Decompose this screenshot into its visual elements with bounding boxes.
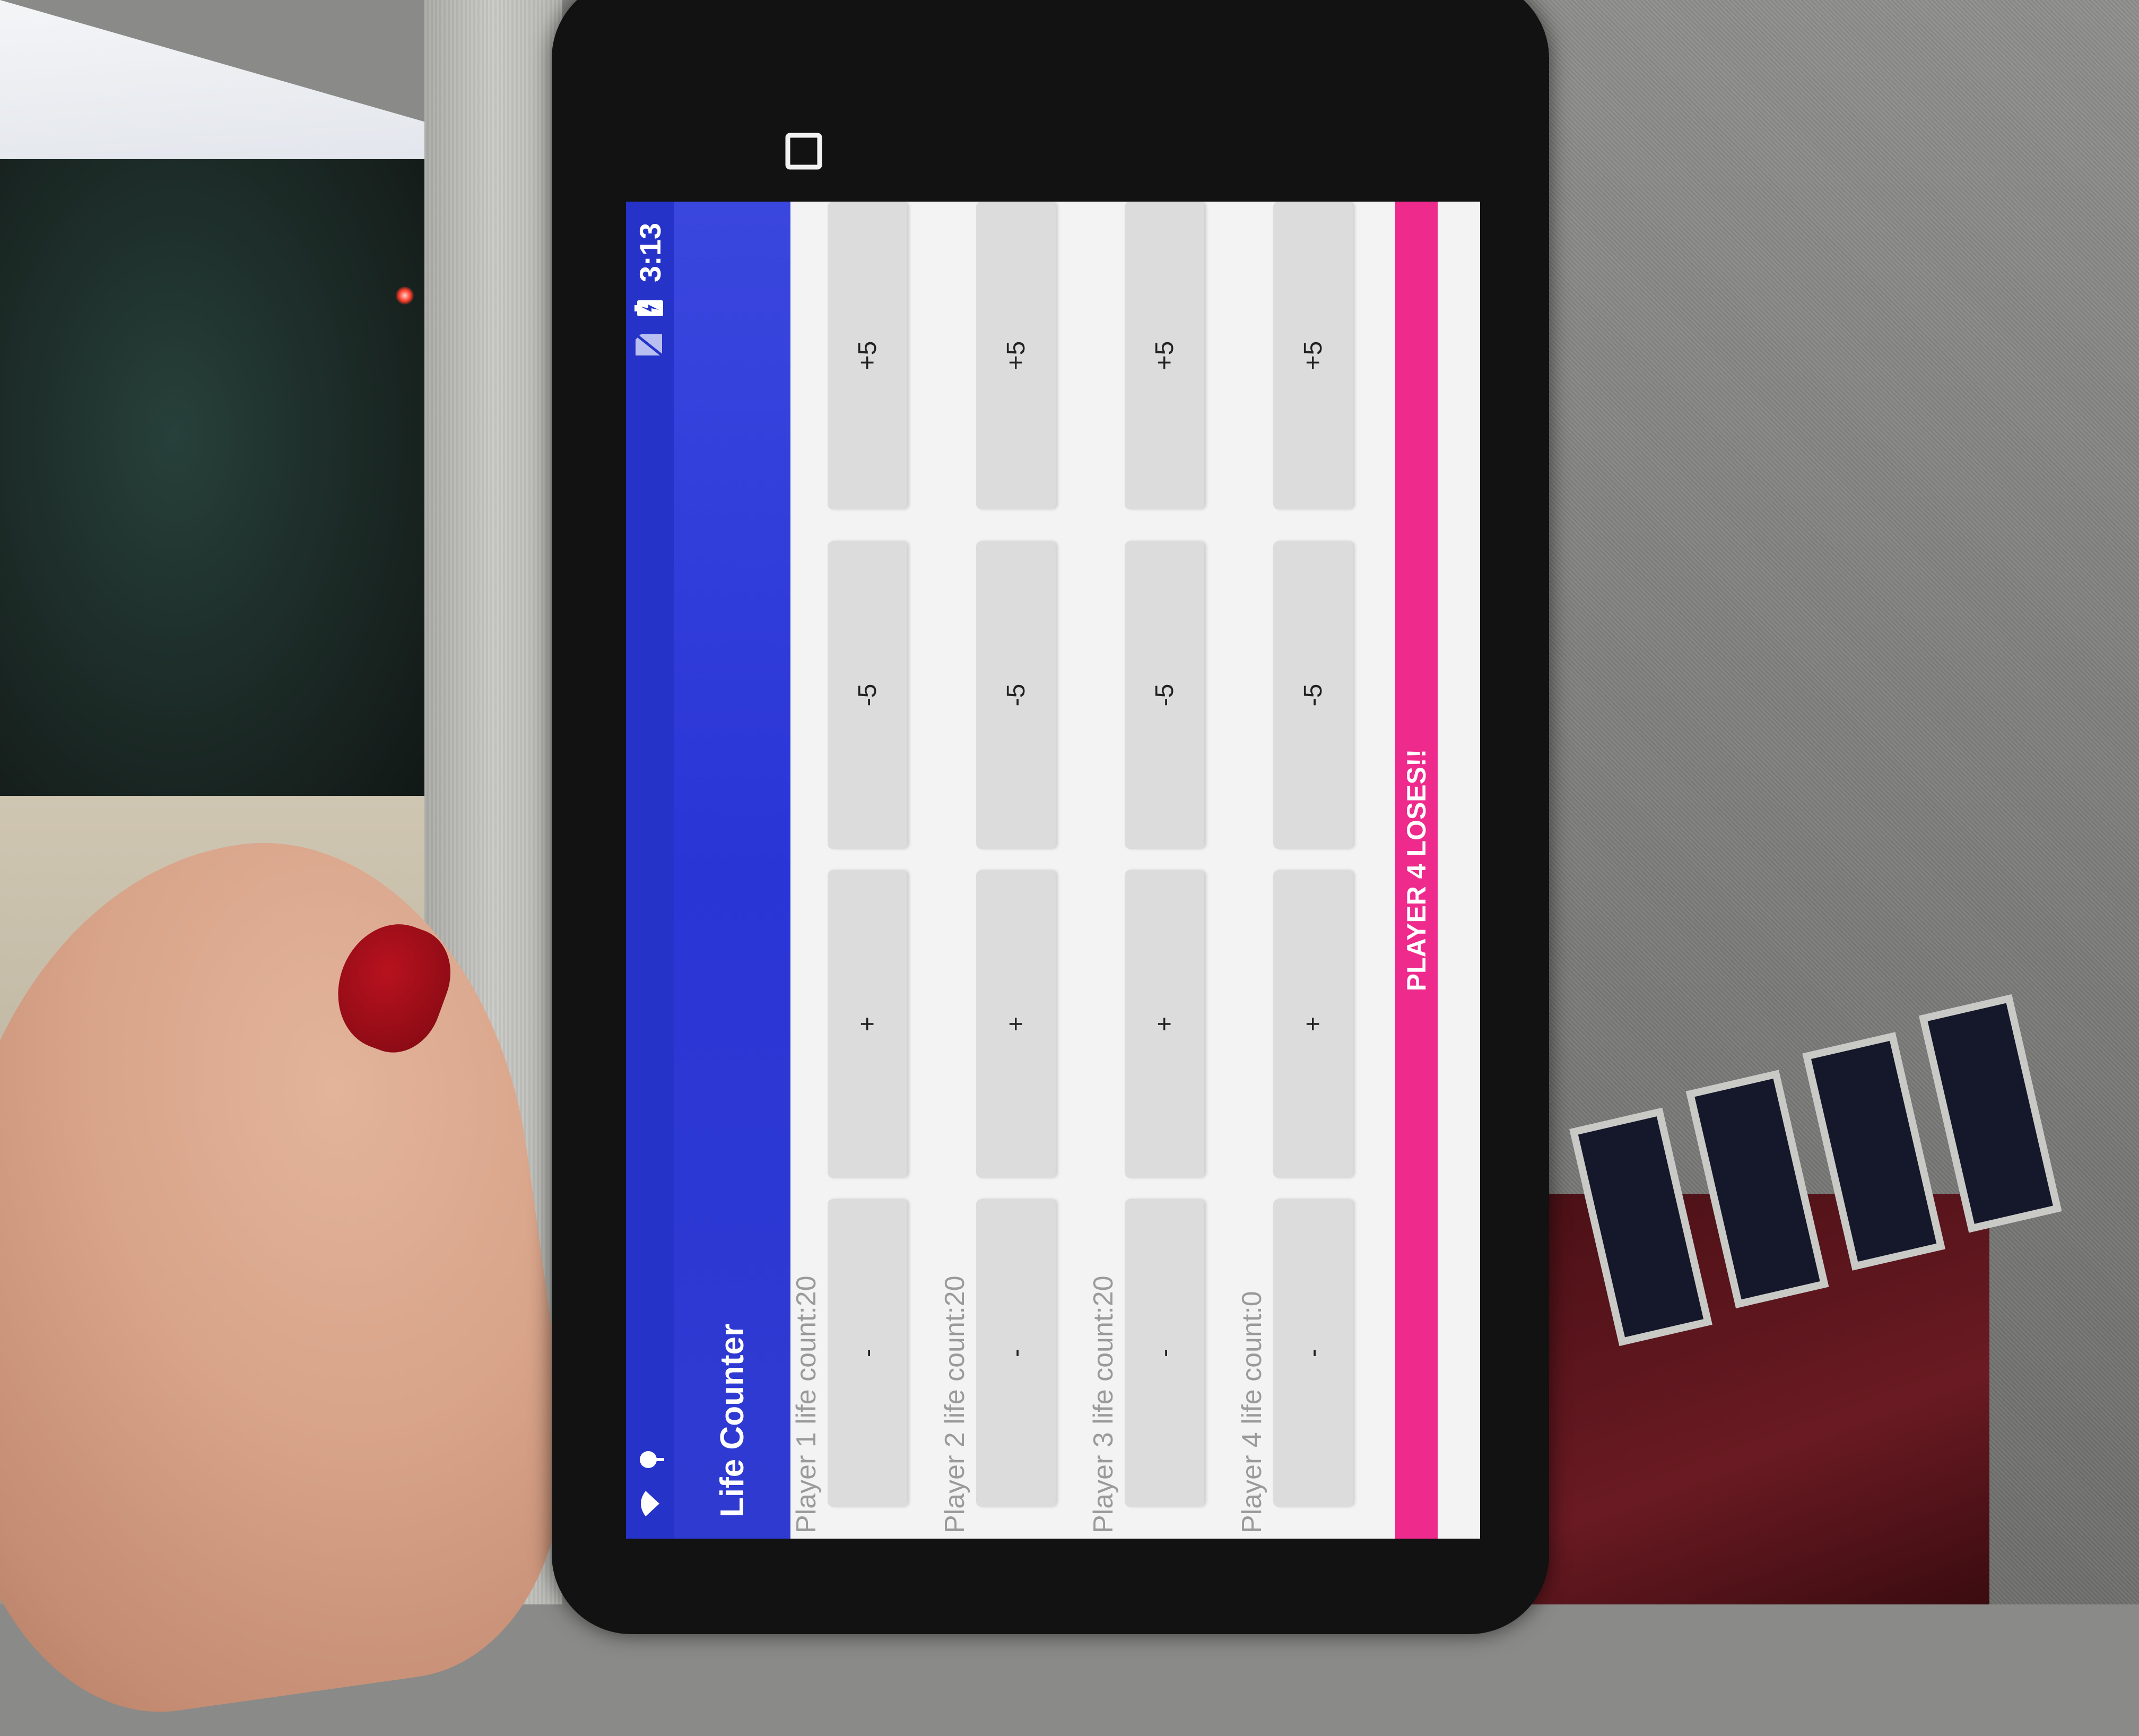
minus-five-button[interactable]: -5 [828,541,907,849]
player-list: Player 1 life count:20 - + -5 +5 Player … [790,202,1385,1539]
wifi-icon [639,1490,660,1517]
increment-button[interactable]: + [828,870,907,1178]
status-bar: 3:13 [626,202,674,1539]
decrement-button[interactable]: - [1273,1199,1353,1507]
player-life-label: Player 1 life count:20 [791,1275,822,1533]
player-row-3: Player 3 life count:20 - + -5 +5 [1088,202,1236,1539]
plus-five-button[interactable]: +5 [1125,202,1204,509]
plus-five-button[interactable]: +5 [1273,202,1353,509]
recents-icon[interactable] [780,127,828,175]
life-counter-app: 3:13 Life Counter Player 1 life count:20… [626,202,1480,1539]
red-led [396,287,414,305]
decrement-button[interactable]: - [1125,1199,1204,1507]
background-dark-area [0,159,435,849]
plus-five-button[interactable]: +5 [828,202,907,509]
decrement-button[interactable]: - [828,1199,907,1507]
app-title: Life Counter [714,1323,751,1517]
minus-five-button[interactable]: -5 [1125,541,1204,849]
player-life-label: Player 2 life count:20 [940,1275,970,1533]
player-life-label: Player 4 life count:0 [1237,1291,1267,1533]
action-bar: Life Counter [674,202,790,1539]
player-row-4: Player 4 life count:0 - + -5 +5 [1236,202,1385,1539]
plus-five-button[interactable]: +5 [976,202,1056,509]
player-row-2: Player 2 life count:20 - + -5 +5 [939,202,1088,1539]
no-sim-icon [634,333,665,357]
clock: 3:13 [633,223,667,283]
android-debug-icon [636,1447,664,1472]
decrement-button[interactable]: - [976,1199,1056,1507]
player-row-1: Player 1 life count:20 - + -5 +5 [790,202,939,1539]
phone-screen: 3:13 Life Counter Player 1 life count:20… [626,202,1480,1539]
minus-five-button[interactable]: -5 [976,541,1056,849]
player-life-label: Player 3 life count:20 [1088,1275,1119,1533]
battery-charging-icon [634,300,666,317]
increment-button[interactable]: + [976,870,1056,1178]
increment-button[interactable]: + [1273,870,1353,1178]
increment-button[interactable]: + [1125,870,1204,1178]
player-loses-banner: PLAYER 4 LOSES!! [1395,202,1438,1539]
minus-five-button[interactable]: -5 [1273,541,1353,849]
